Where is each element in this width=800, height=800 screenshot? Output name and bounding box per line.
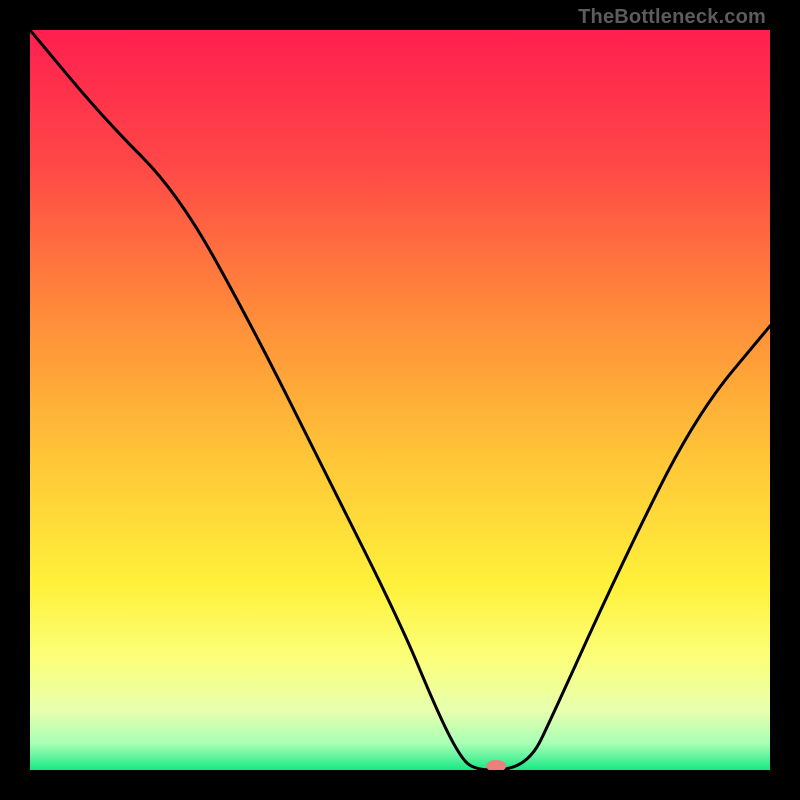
watermark-text: TheBottleneck.com [578, 6, 766, 29]
optimal-marker [486, 760, 506, 770]
curve-layer [30, 30, 770, 770]
bottleneck-curve [30, 30, 770, 770]
plot-area [30, 30, 770, 770]
chart-frame: TheBottleneck.com [0, 0, 800, 800]
